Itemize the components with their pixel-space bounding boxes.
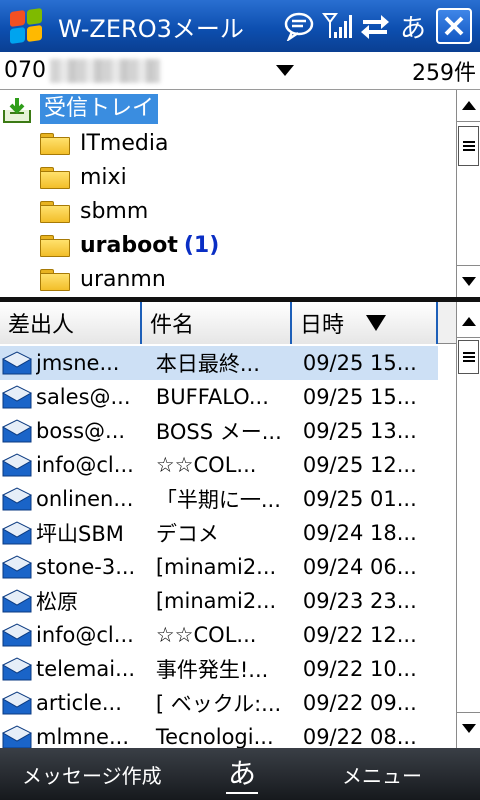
envelope-icon — [1, 725, 33, 748]
message-row[interactable]: sales@... BUFFALO... 09/25 15... — [0, 380, 438, 414]
envelope-icon — [1, 691, 33, 715]
envelope-icon — [1, 453, 33, 477]
signal-icon[interactable] — [318, 6, 356, 46]
dropdown-arrow-icon[interactable] — [276, 65, 294, 76]
message-list: jmsne... 本日最終... 09/25 15... sales@... B… — [0, 344, 456, 748]
scroll-up-button[interactable] — [457, 306, 480, 338]
message-row[interactable]: info@cl... ☆☆COL... 09/25 12... — [0, 448, 438, 482]
sync-arrows-icon[interactable] — [356, 6, 394, 46]
softkey-ime[interactable]: あ — [225, 752, 259, 794]
envelope-icon — [1, 419, 33, 443]
message-count: 259件 — [412, 60, 476, 86]
title-bar: W-ZERO3メール あ — [0, 0, 480, 52]
envelope-icon — [1, 623, 33, 647]
folder-scrollbar[interactable] — [456, 90, 480, 297]
folder-icon — [40, 132, 70, 155]
message-row[interactable]: mlmne... Tecnologi... 09/22 08... — [0, 720, 438, 748]
account-number: 070 — [4, 58, 46, 83]
arrow-down-icon — [461, 724, 476, 733]
message-row[interactable]: jmsne... 本日最終... 09/25 15... — [0, 346, 438, 380]
inbox-download-icon — [2, 96, 32, 123]
envelope-icon — [1, 589, 33, 613]
message-row[interactable]: 松原 [minami2... 09/23 23... — [0, 584, 438, 618]
column-subject[interactable]: 件名 — [142, 302, 292, 344]
arrow-up-icon — [461, 101, 476, 110]
folder-icon — [40, 200, 70, 223]
scroll-thumb[interactable] — [458, 126, 479, 166]
envelope-icon — [1, 657, 33, 681]
close-button[interactable] — [436, 8, 472, 44]
close-icon — [444, 16, 464, 36]
arrow-down-icon — [461, 277, 476, 286]
envelope-icon — [1, 487, 33, 511]
envelope-icon — [1, 351, 33, 375]
folder-tree: 受信トレイ ITmedia mixi sbmm uraboot (1) uran… — [0, 90, 456, 296]
folder-item[interactable]: mixi — [40, 160, 127, 194]
envelope-icon — [1, 521, 33, 545]
folder-item[interactable]: sbmm — [40, 194, 148, 228]
column-sender[interactable]: 差出人 — [0, 302, 142, 344]
folder-item-inbox[interactable]: 受信トレイ — [2, 92, 159, 126]
app-title: W-ZERO3メール — [58, 14, 244, 43]
folder-item[interactable]: uranmn — [40, 262, 166, 296]
sort-descending-icon — [366, 315, 387, 331]
column-date[interactable]: 日時 — [292, 302, 438, 344]
message-list-scrollbar[interactable] — [456, 302, 480, 748]
softkey-menu[interactable]: メニュー — [342, 760, 422, 789]
folder-item[interactable]: uraboot (1) — [40, 228, 219, 262]
message-row[interactable]: info@cl... ☆☆COL... 09/22 12... — [0, 618, 438, 652]
message-row[interactable]: article... [ ベックル:... 09/22 09... — [0, 686, 438, 720]
scroll-up-button[interactable] — [457, 90, 480, 122]
column-header: 差出人 件名 日時 — [0, 302, 456, 344]
folder-icon — [40, 234, 70, 257]
arrow-up-icon — [461, 317, 476, 326]
folder-label-inbox: 受信トレイ — [40, 94, 159, 124]
message-row[interactable]: stone-3... [minami2... 09/24 06... — [0, 550, 438, 584]
scroll-down-button[interactable] — [457, 712, 480, 744]
message-row[interactable]: boss@... BOSS メー... 09/25 13... — [0, 414, 438, 448]
message-row[interactable]: 坪山SBM デコメ 09/24 18... — [0, 516, 438, 550]
unread-count: (1) — [183, 232, 220, 258]
ime-indicator[interactable]: あ — [394, 6, 432, 46]
envelope-icon — [1, 385, 33, 409]
folder-icon — [40, 268, 70, 291]
account-number-masked — [50, 58, 160, 83]
envelope-icon — [1, 555, 33, 579]
softkey-compose[interactable]: メッセージ作成 — [22, 760, 162, 789]
windows-logo-icon[interactable] — [6, 6, 46, 46]
grip-icon — [462, 141, 475, 151]
message-row[interactable]: onlinen... 「半期に一... 09/25 01... — [0, 482, 438, 516]
message-row[interactable]: telemai... 事件発生!... 09/22 10... — [0, 652, 438, 686]
softkey-bar: メッセージ作成 あ メニュー — [0, 748, 480, 800]
account-selector[interactable]: 070 259件 — [0, 52, 480, 90]
folder-item[interactable]: ITmedia — [40, 126, 168, 160]
folder-icon — [40, 166, 70, 189]
scroll-down-button[interactable] — [457, 265, 480, 297]
scroll-thumb[interactable] — [458, 340, 479, 374]
message-bubble-icon[interactable] — [280, 6, 318, 46]
grip-icon — [462, 352, 475, 362]
